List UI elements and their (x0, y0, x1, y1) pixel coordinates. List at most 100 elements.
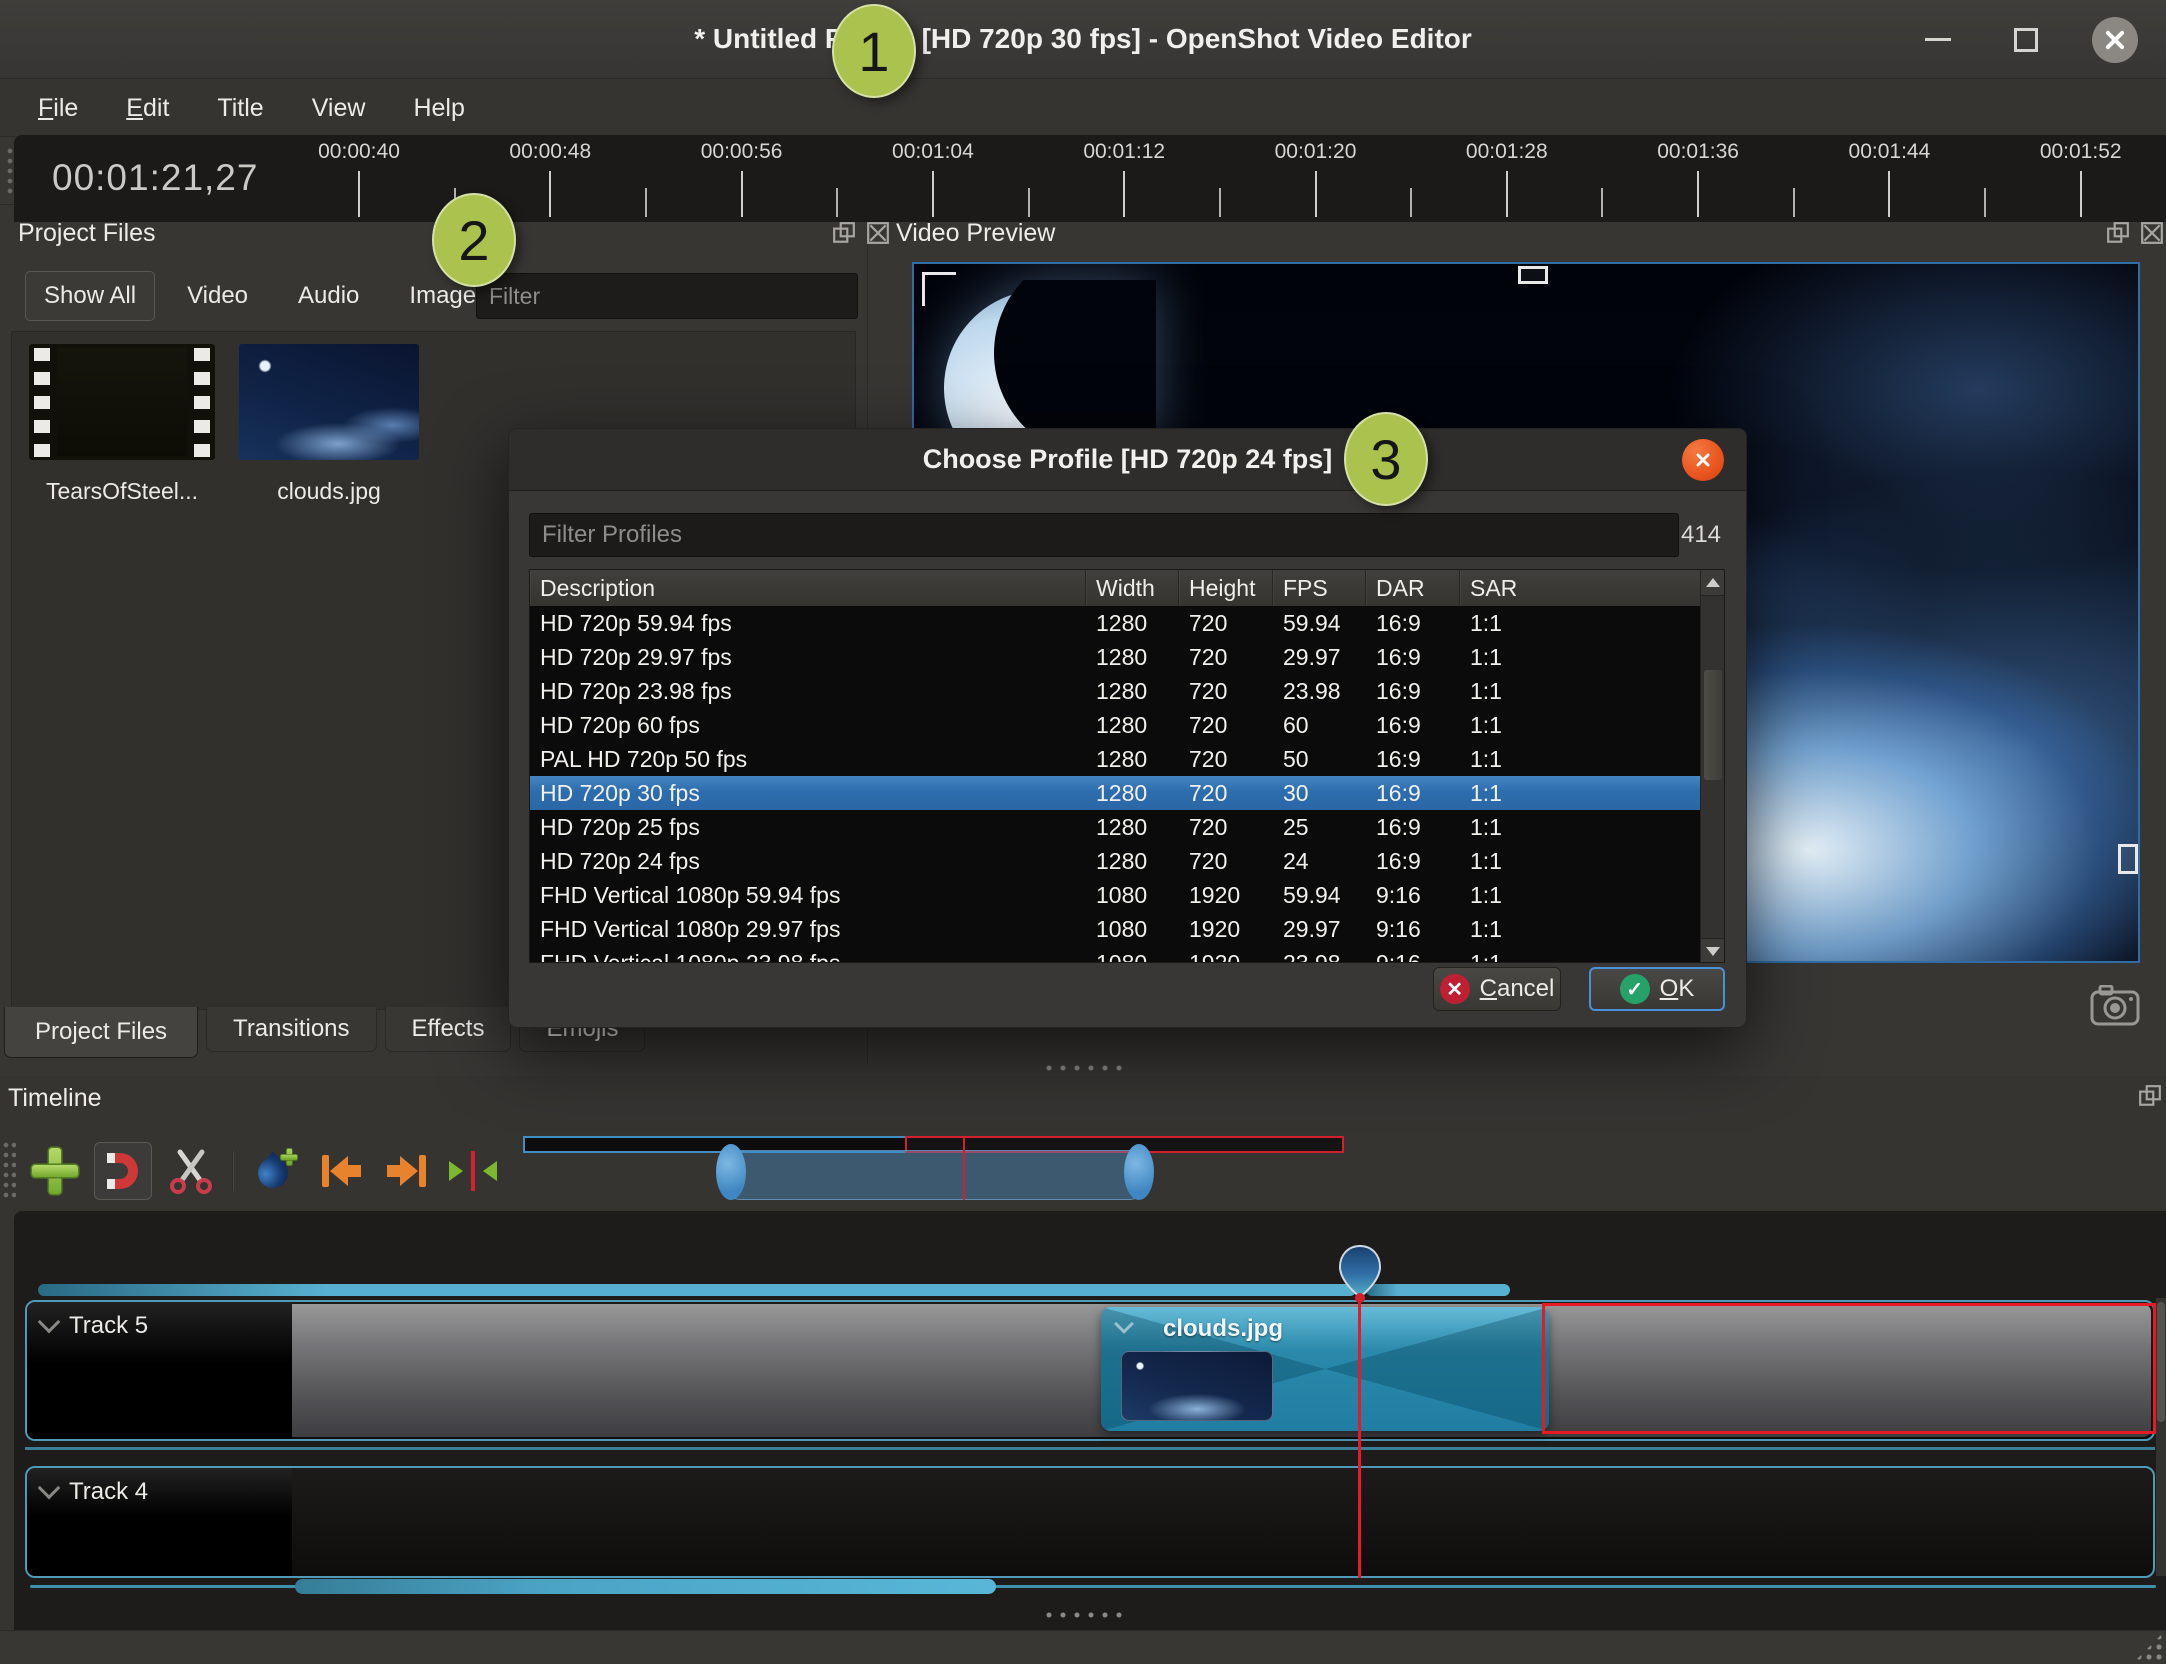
profile-row[interactable]: FHD Vertical 1080p 29.97 fps 1080 1920 29.9… (530, 912, 1702, 946)
center-playhead-icon (449, 1149, 497, 1193)
cancel-button-label: Cancel (1479, 975, 1555, 1002)
profile-filter-input[interactable] (529, 513, 1679, 557)
statusbar (0, 1630, 2166, 1664)
horizontal-splitter-handle[interactable] (1042, 1064, 1128, 1072)
timeline-hscrollbar-thumb[interactable] (295, 1579, 996, 1594)
filter-tab-audio[interactable]: Audio (280, 272, 377, 320)
timeline-toolbar-grip[interactable] (2, 1140, 16, 1202)
scroll-down-icon[interactable] (1701, 938, 1724, 962)
next-marker-button[interactable] (374, 1140, 440, 1202)
dock-tab-transitions[interactable]: Transitions (206, 1007, 377, 1052)
filter-tab-show-all[interactable]: Show All (25, 271, 156, 321)
zoom-slider-region[interactable] (724, 1150, 1146, 1200)
transform-right-handle[interactable] (2118, 844, 2138, 874)
ruler-label: 00:01:52 (2039, 140, 2122, 163)
menu-help[interactable]: Help (389, 86, 488, 131)
track-name: Track 4 (69, 1478, 149, 1505)
profile-table: Description Width Height FPS DAR SAR HD 720p … (529, 569, 1725, 963)
track-4-header[interactable]: Track 4 (27, 1468, 292, 1576)
profile-table-header: Description Width Height FPS DAR SAR (530, 570, 1702, 606)
video-preview-panel-title: Video Preview (896, 219, 1056, 247)
playhead-line (1358, 1296, 1361, 1578)
file-filter-input[interactable] (476, 273, 858, 319)
file-name: clouds.jpg (277, 478, 381, 504)
window-resize-grip[interactable] (2134, 1632, 2164, 1662)
column-header-fps[interactable]: FPS (1273, 570, 1366, 606)
column-header-sar[interactable]: SAR (1460, 570, 1702, 606)
profile-row[interactable]: HD 720p 60 fps 1280 720 60 16:9 1:1 (530, 708, 1702, 742)
column-header-dar[interactable]: DAR (1366, 570, 1460, 606)
menu-view[interactable]: View (288, 86, 390, 131)
dock-tab-project-files[interactable]: Project Files (4, 1007, 199, 1058)
track-4: Track 4 (25, 1466, 2155, 1578)
add-marker-button[interactable] (242, 1140, 308, 1202)
add-track-button[interactable] (22, 1140, 88, 1202)
float-panel-icon[interactable] (832, 221, 856, 245)
zoom-slider-right-handle[interactable] (1124, 1144, 1154, 1200)
profile-row[interactable]: HD 720p 29.97 fps 1280 720 29.97 16:9 1:1 (530, 640, 1702, 674)
file-item-clouds[interactable] (239, 344, 419, 460)
razor-button[interactable] (158, 1140, 224, 1202)
timeline-ruler[interactable]: 00:01:21,27 00:00:40 00:00:48 00:00:56 00:0… (14, 135, 2166, 222)
profile-row[interactable]: PAL HD 720p 50 fps 1280 720 50 16:9 1:1 (530, 742, 1702, 776)
dock-tab-effects[interactable]: Effects (384, 1007, 512, 1052)
ruler-label: 00:01:28 (1465, 140, 1548, 163)
profile-row[interactable]: HD 720p 59.94 fps 1280 720 59.94 16:9 1:1 (530, 606, 1702, 640)
profile-row[interactable]: FHD Vertical 1080p 23.98 fps 1080 1920 23.9… (530, 946, 1702, 962)
ruler-label: 00:00:48 (509, 140, 592, 163)
file-item-tearsofsteel[interactable] (29, 344, 215, 460)
float-panel-icon[interactable] (2106, 221, 2130, 245)
add-track-icon (32, 1148, 78, 1194)
close-panel-icon[interactable] (866, 221, 890, 245)
cancel-button[interactable]: ✕ Cancel (1433, 967, 1561, 1011)
chevron-down-icon[interactable] (37, 1310, 61, 1334)
column-header-description[interactable]: Description (530, 570, 1086, 606)
profile-row[interactable]: HD 720p 30 fps 1280 720 30 16:9 1:1 (530, 776, 1702, 810)
profile-row[interactable]: FHD Vertical 1080p 59.94 fps 1080 1920 59.9… (530, 878, 1702, 912)
profile-row[interactable]: HD 720p 25 fps 1280 720 25 16:9 1:1 (530, 810, 1702, 844)
profile-row[interactable]: HD 720p 24 fps 1280 720 24 16:9 1:1 (530, 844, 1702, 878)
maximize-button[interactable] (2004, 18, 2048, 62)
snapping-toggle[interactable] (94, 1142, 152, 1200)
choose-profile-dialog: Choose Profile [HD 720p 24 fps] 414 Desc… (508, 428, 1747, 1028)
menu-file[interactable]: File (14, 86, 102, 131)
dialog-close-button[interactable] (1682, 439, 1724, 481)
center-playhead-button[interactable] (440, 1140, 506, 1202)
scrollbar-thumb[interactable] (1704, 670, 1722, 780)
add-marker-icon (251, 1148, 298, 1195)
zoom-slider-left-handle[interactable] (716, 1144, 746, 1200)
ruler-label: 00:01:44 (1848, 140, 1931, 163)
profile-count: 414 (1680, 521, 1722, 548)
chevron-down-icon[interactable] (37, 1476, 61, 1500)
transform-corner-handle[interactable] (922, 272, 956, 306)
ruler-label: 00:01:20 (1274, 140, 1357, 163)
menu-title[interactable]: Title (193, 86, 287, 131)
close-icon (2104, 29, 2126, 51)
dialog-titlebar[interactable]: Choose Profile [HD 720p 24 fps] (509, 429, 1746, 491)
menu-edit[interactable]: Edit (102, 86, 193, 131)
profile-table-scrollbar[interactable] (1700, 570, 1724, 962)
profile-row[interactable]: HD 720p 23.98 fps 1280 720 23.98 16:9 1:1 (530, 674, 1702, 708)
clip-thumbnail (1121, 1351, 1273, 1421)
close-button[interactable] (2092, 16, 2138, 63)
column-header-width[interactable]: Width (1086, 570, 1179, 606)
ok-button-label: OK (1659, 975, 1695, 1002)
transform-top-handle[interactable] (1518, 266, 1548, 284)
float-panel-icon[interactable] (2138, 1084, 2162, 1108)
ruler-label: 00:00:56 (700, 140, 783, 163)
snapping-icon (107, 1153, 138, 1189)
previous-marker-button[interactable] (308, 1140, 374, 1202)
capture-screenshot-button[interactable] (2090, 984, 2140, 1032)
ok-button[interactable]: ✓ OK (1589, 967, 1725, 1011)
scroll-up-icon[interactable] (1701, 570, 1724, 596)
clouds-clip[interactable]: clouds.jpg (1101, 1307, 1549, 1431)
track-5-header[interactable]: Track 5 (27, 1302, 292, 1439)
column-header-height[interactable]: Height (1179, 570, 1273, 606)
playhead-marker[interactable] (1337, 1244, 1383, 1309)
close-panel-icon[interactable] (2140, 221, 2164, 245)
filter-tab-video[interactable]: Video (169, 272, 266, 320)
minimize-button[interactable] (1916, 18, 1960, 62)
annotation-badge-3: 3 (1344, 412, 1428, 506)
timeline-vertical-scrollbar[interactable] (2156, 1298, 2166, 1576)
horizontal-splitter-handle[interactable] (1042, 1611, 1128, 1619)
